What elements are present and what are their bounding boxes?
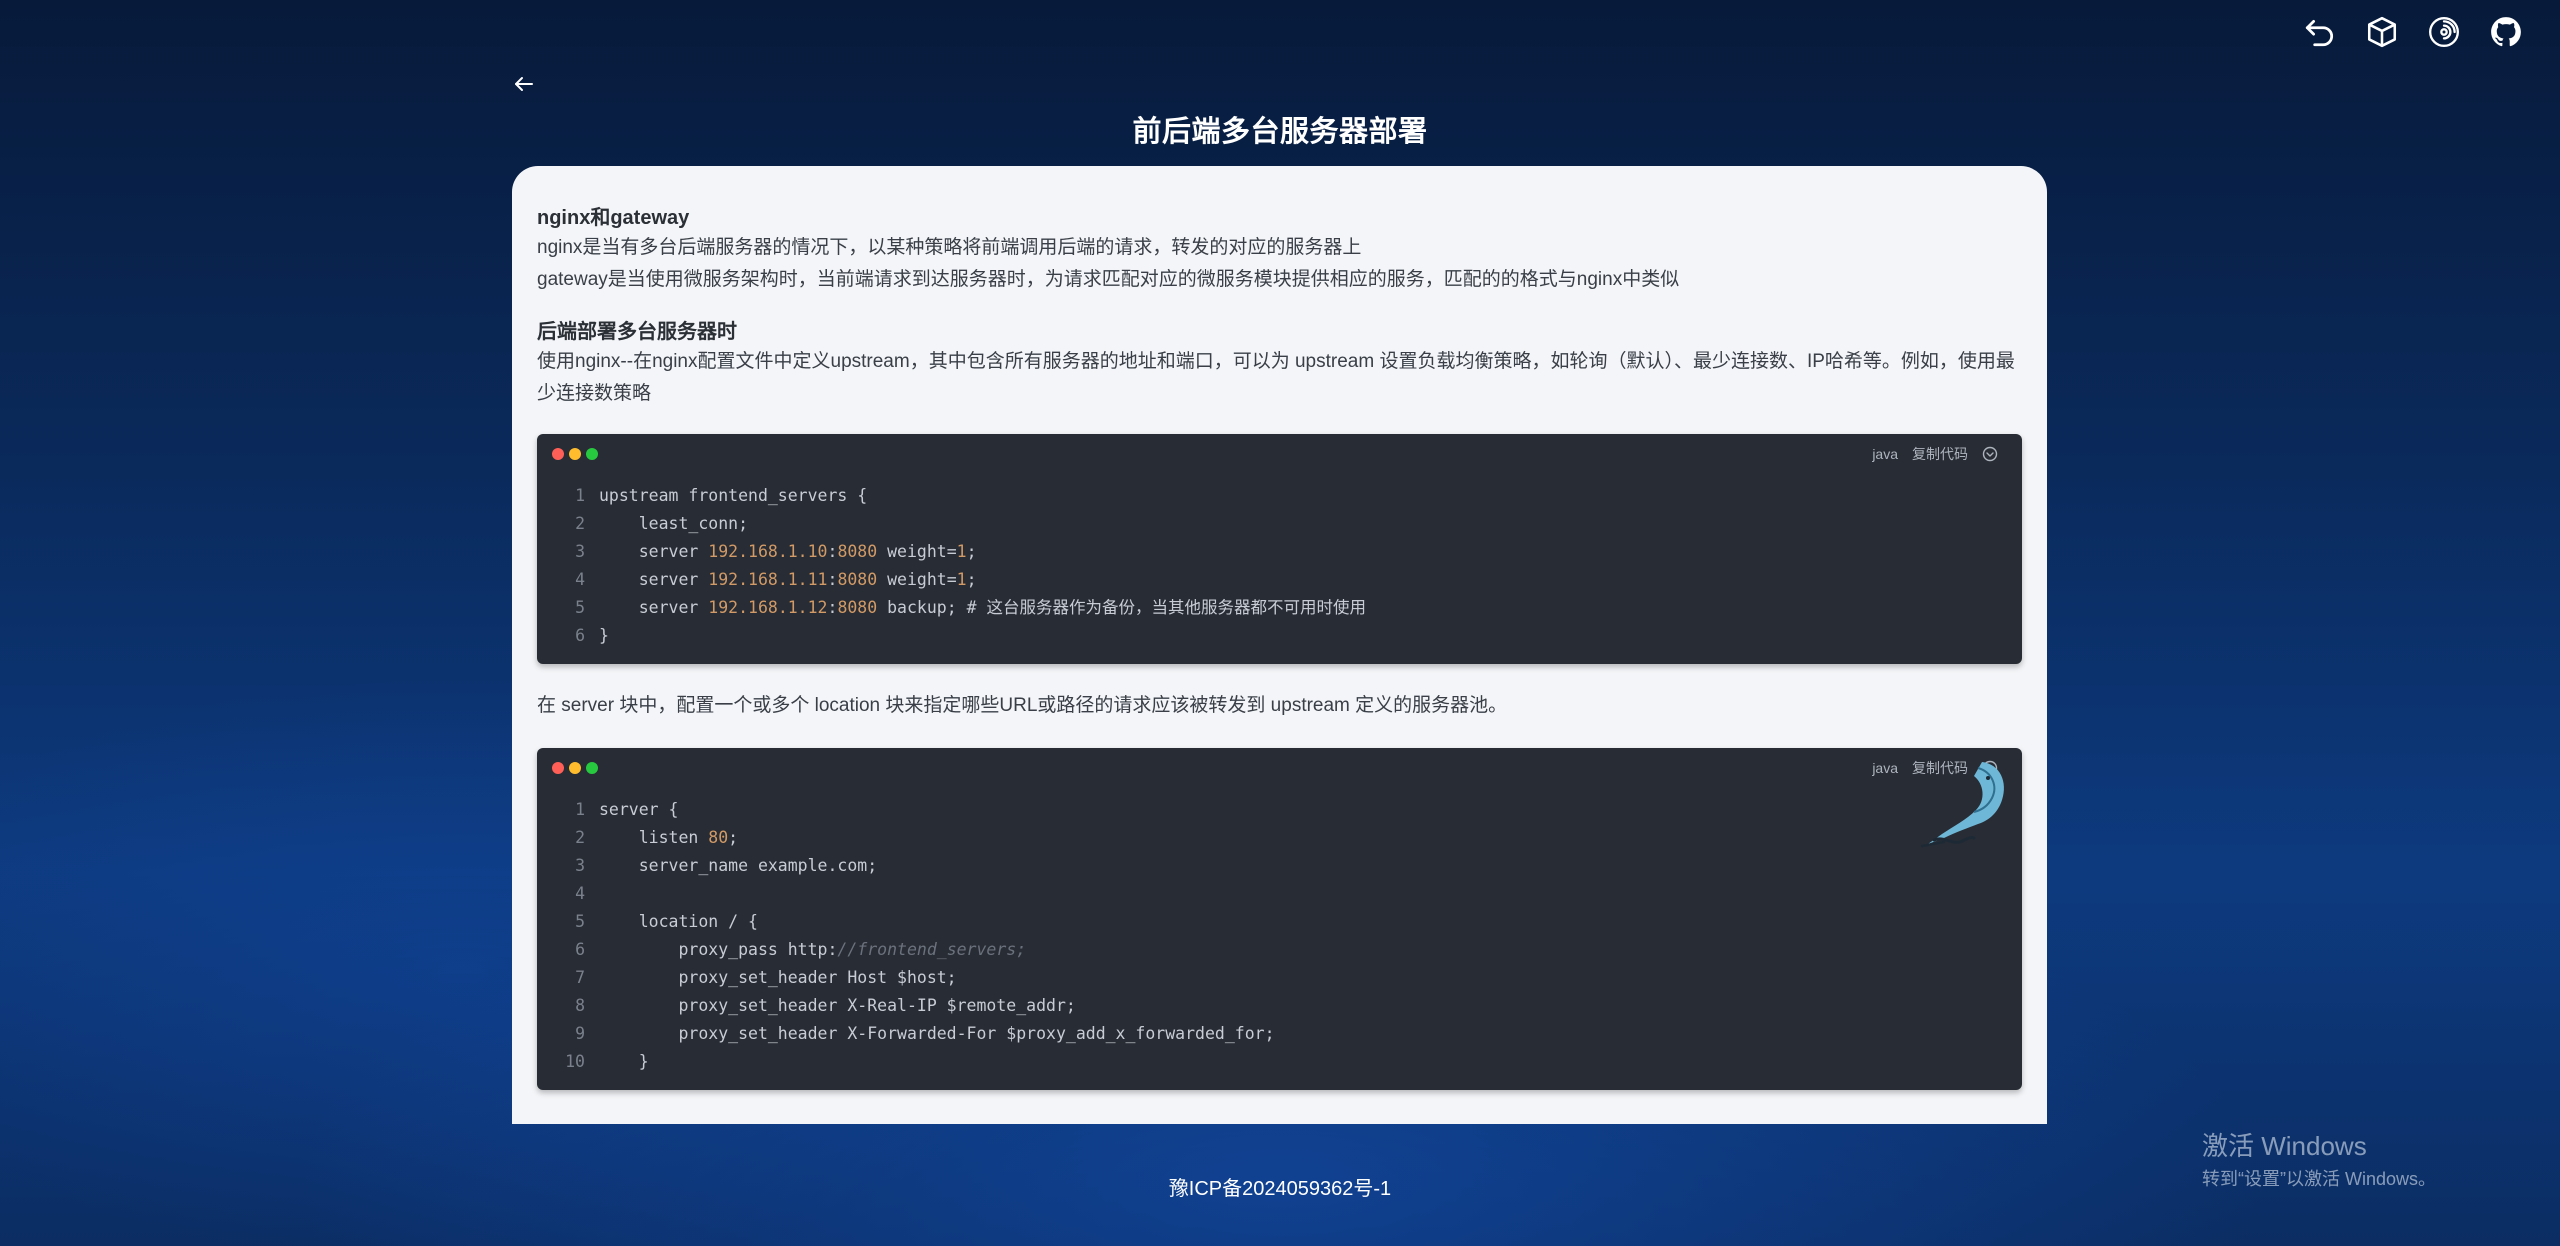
line-number: 4 — [575, 570, 585, 589]
green-dot-icon — [586, 448, 598, 460]
spiral-icon[interactable] — [2426, 14, 2462, 50]
line-number: 4 — [575, 884, 585, 903]
watermark-line1: 激活 Windows — [2202, 1131, 2367, 1161]
page-title: 前后端多台服务器部署 — [1132, 116, 1428, 148]
windows-activation-watermark: 激活 Windows 转到“设置”以激活 Windows。 — [2202, 1126, 2436, 1191]
line-number: 2 — [575, 828, 585, 847]
line-number: 9 — [575, 1024, 585, 1043]
article-card: nginx和gateway nginx是当有多台后端服务器的情况下，以某种策略将… — [512, 166, 2047, 1124]
red-dot-icon — [552, 762, 564, 774]
code-text: server 192.168.1.10:8080 weight=1; — [599, 542, 977, 561]
code-text: } — [599, 1052, 649, 1071]
code-text: server_name example.com; — [599, 856, 878, 875]
code-line: 10 } — [537, 1048, 2022, 1076]
github-icon[interactable] — [2488, 14, 2524, 50]
code-line: 3 server_name example.com; — [537, 852, 2022, 880]
window-dots — [552, 762, 598, 774]
code-body: 1 server {2 listen 80; 3 server_name examp… — [537, 786, 2022, 1090]
yellow-dot-icon — [569, 762, 581, 774]
code-block-header: java 复制代码 — [537, 434, 2022, 472]
code-block-header: java 复制代码 — [537, 748, 2022, 848]
green-dot-icon — [586, 762, 598, 774]
code-block-server: java 复制代码 1 server {2 listen 80; 3 server_… — [537, 748, 2022, 1090]
line-number: 5 — [575, 912, 585, 931]
code-line: 1 server { — [537, 796, 2022, 824]
collapse-icon[interactable] — [1982, 446, 1998, 462]
line-number: 8 — [575, 996, 585, 1015]
paragraph-gateway: gateway是当使用微服务架构时，当前端请求到达服务器时，为请求匹配对应的微服… — [537, 269, 1680, 290]
line-number: 1 — [575, 486, 585, 505]
code-line: 5 server 192.168.1.12:8080 backup; # 这台服… — [537, 594, 2022, 622]
code-text: server 192.168.1.12:8080 backup; # 这台服务器… — [599, 598, 1366, 617]
code-line: 3 server 192.168.1.10:8080 weight=1; — [537, 538, 2022, 566]
code-line: 4 — [537, 880, 2022, 908]
line-number: 10 — [565, 1052, 585, 1071]
code-line: 8 proxy_set_header X-Real-IP $remote_add… — [537, 992, 2022, 1020]
code-line: 5 location / { — [537, 908, 2022, 936]
window-dots — [552, 448, 598, 460]
cube-icon[interactable] — [2364, 14, 2400, 50]
code-text: server 192.168.1.11:8080 weight=1; — [599, 570, 977, 589]
code-text: server { — [599, 800, 679, 819]
code-text: proxy_set_header X-Real-IP $remote_addr; — [599, 996, 1076, 1015]
mascot-creature-icon — [1920, 762, 2004, 848]
red-dot-icon — [552, 448, 564, 460]
section-heading-nginx-gateway: nginx和gateway — [537, 207, 690, 229]
yellow-dot-icon — [569, 448, 581, 460]
code-language-label: java — [1872, 760, 1898, 776]
line-number: 5 — [575, 598, 585, 617]
paragraph-location: 在 server 块中，配置一个或多个 location 块来指定哪些URL或路… — [537, 695, 1508, 716]
copy-code-button[interactable]: 复制代码 — [1912, 444, 1968, 464]
code-line: 2 listen 80; — [537, 824, 2022, 852]
icp-footer[interactable]: 豫ICP备2024059362号-1 — [0, 1172, 2560, 1201]
paragraph-nginx: nginx是当有多台后端服务器的情况下，以某种策略将前端调用后端的请求，转发的对… — [537, 237, 1362, 258]
code-text: proxy_set_header Host $host; — [599, 968, 957, 987]
line-number: 1 — [575, 800, 585, 819]
code-text: } — [599, 626, 609, 645]
line-number: 7 — [575, 968, 585, 987]
section-heading-backend-multi-server: 后端部署多台服务器时 — [537, 321, 737, 343]
code-text: proxy_set_header X-Forwarded-For $proxy_… — [599, 1024, 1275, 1043]
line-number: 6 — [575, 940, 585, 959]
paragraph-upstream: 使用nginx--在nginx配置文件中定义upstream，其中包含所有服务器… — [537, 351, 2015, 404]
line-number: 6 — [575, 626, 585, 645]
code-line: 9 proxy_set_header X-Forwarded-For $prox… — [537, 1020, 2022, 1048]
code-language-label: java — [1872, 446, 1898, 462]
code-text: listen 80; — [599, 828, 739, 847]
code-text: least_conn; — [599, 514, 749, 533]
code-text: location / { — [599, 912, 758, 931]
line-number: 3 — [575, 856, 585, 875]
code-line: 6 proxy_pass http://frontend_servers; — [537, 936, 2022, 964]
code-block-upstream: java 复制代码 1 upstream frontend_servers { 2 … — [537, 434, 2022, 664]
code-line: 4 server 192.168.1.11:8080 weight=1; — [537, 566, 2022, 594]
code-line: 2 least_conn; — [537, 510, 2022, 538]
code-line: 6} — [537, 622, 2022, 650]
line-number: 2 — [575, 514, 585, 533]
code-line: 7 proxy_set_header Host $host; — [537, 964, 2022, 992]
code-line: 1 upstream frontend_servers { — [537, 482, 2022, 510]
code-text: upstream frontend_servers { — [599, 486, 868, 505]
back-arrow-icon[interactable] — [512, 72, 536, 96]
code-body: 1 upstream frontend_servers { 2 least_conn… — [537, 472, 2022, 664]
line-number: 3 — [575, 542, 585, 561]
top-toolbar — [2302, 14, 2524, 50]
watermark-line2: 转到“设置”以激活 Windows。 — [2202, 1169, 2437, 1189]
code-text: proxy_pass http://frontend_servers; — [599, 940, 1027, 959]
undo-icon[interactable] — [2302, 14, 2338, 50]
